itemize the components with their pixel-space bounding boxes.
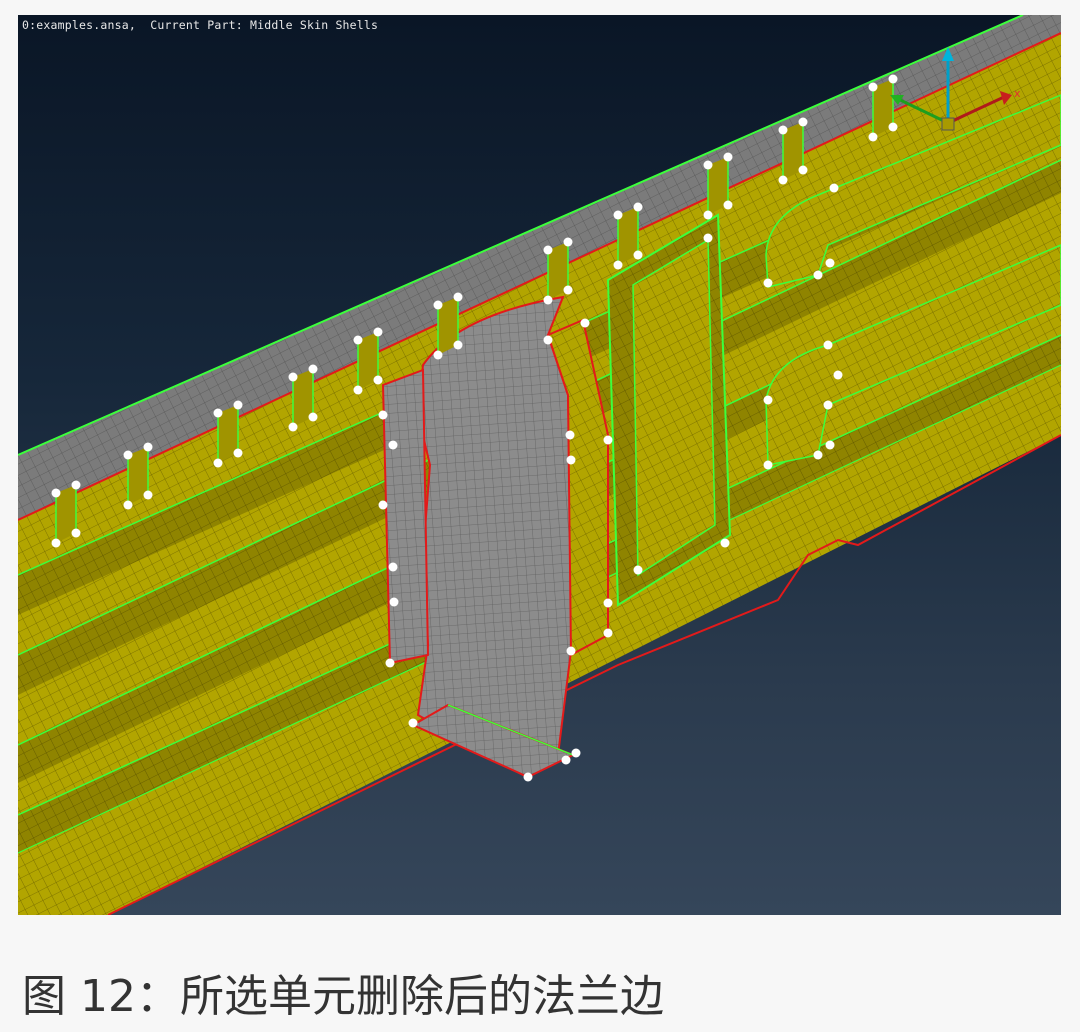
node-marker[interactable] bbox=[823, 400, 833, 410]
node-marker[interactable] bbox=[561, 755, 571, 765]
node-marker[interactable] bbox=[829, 183, 839, 193]
status-line: 0:examples.ansa, Current Part: Middle Sk… bbox=[22, 18, 379, 32]
node-marker[interactable] bbox=[703, 160, 713, 170]
node-marker[interactable] bbox=[353, 335, 363, 345]
node-marker[interactable] bbox=[565, 430, 575, 440]
node-marker[interactable] bbox=[378, 500, 388, 510]
node-marker[interactable] bbox=[798, 117, 808, 127]
node-marker[interactable] bbox=[703, 233, 713, 243]
mesh-model-view[interactable]: x bbox=[18, 15, 1061, 915]
node-marker[interactable] bbox=[389, 597, 399, 607]
node-marker[interactable] bbox=[778, 125, 788, 135]
node-marker[interactable] bbox=[543, 245, 553, 255]
node-marker[interactable] bbox=[868, 132, 878, 142]
node-marker[interactable] bbox=[603, 435, 613, 445]
node-marker[interactable] bbox=[603, 628, 613, 638]
node-marker[interactable] bbox=[308, 364, 318, 374]
node-marker[interactable] bbox=[571, 748, 581, 758]
node-marker[interactable] bbox=[825, 258, 835, 268]
node-marker[interactable] bbox=[308, 412, 318, 422]
node-marker[interactable] bbox=[633, 565, 643, 575]
node-marker[interactable] bbox=[703, 210, 713, 220]
node-marker[interactable] bbox=[723, 152, 733, 162]
node-marker[interactable] bbox=[408, 718, 418, 728]
node-marker[interactable] bbox=[778, 175, 788, 185]
node-marker[interactable] bbox=[720, 538, 730, 548]
node-marker[interactable] bbox=[563, 237, 573, 247]
node-marker[interactable] bbox=[288, 422, 298, 432]
node-marker[interactable] bbox=[613, 210, 623, 220]
3d-viewport[interactable]: x 0:examples.ansa, Current Part: Middle … bbox=[18, 15, 1061, 915]
node-marker[interactable] bbox=[543, 335, 553, 345]
node-marker[interactable] bbox=[373, 375, 383, 385]
node-marker[interactable] bbox=[373, 327, 383, 337]
node-marker[interactable] bbox=[888, 74, 898, 84]
node-marker[interactable] bbox=[813, 450, 823, 460]
node-marker[interactable] bbox=[453, 340, 463, 350]
node-marker[interactable] bbox=[143, 490, 153, 500]
node-marker[interactable] bbox=[763, 278, 773, 288]
node-marker[interactable] bbox=[888, 122, 898, 132]
node-marker[interactable] bbox=[543, 295, 553, 305]
node-marker[interactable] bbox=[566, 455, 576, 465]
node-marker[interactable] bbox=[71, 528, 81, 538]
node-marker[interactable] bbox=[213, 458, 223, 468]
node-marker[interactable] bbox=[798, 165, 808, 175]
node-marker[interactable] bbox=[580, 318, 590, 328]
node-marker[interactable] bbox=[143, 442, 153, 452]
node-marker[interactable] bbox=[613, 260, 623, 270]
node-marker[interactable] bbox=[633, 202, 643, 212]
node-marker[interactable] bbox=[566, 646, 576, 656]
node-marker[interactable] bbox=[813, 270, 823, 280]
node-marker[interactable] bbox=[868, 82, 878, 92]
node-marker[interactable] bbox=[563, 285, 573, 295]
axis-x-label: x bbox=[1014, 87, 1021, 100]
node-marker[interactable] bbox=[825, 440, 835, 450]
left-flange-tab[interactable] bbox=[381, 368, 430, 665]
node-marker[interactable] bbox=[388, 440, 398, 450]
node-marker[interactable] bbox=[385, 658, 395, 668]
node-marker[interactable] bbox=[433, 350, 443, 360]
figure-caption: 图 12：所选单元删除后的法兰边 bbox=[22, 971, 664, 1022]
node-marker[interactable] bbox=[763, 460, 773, 470]
node-marker[interactable] bbox=[288, 372, 298, 382]
node-marker[interactable] bbox=[233, 400, 243, 410]
node-marker[interactable] bbox=[823, 340, 833, 350]
node-marker[interactable] bbox=[378, 410, 388, 420]
node-marker[interactable] bbox=[51, 538, 61, 548]
node-marker[interactable] bbox=[123, 450, 133, 460]
node-marker[interactable] bbox=[763, 395, 773, 405]
node-marker[interactable] bbox=[723, 200, 733, 210]
node-marker[interactable] bbox=[51, 488, 61, 498]
deleted-region-shell[interactable] bbox=[416, 295, 575, 777]
node-marker[interactable] bbox=[353, 385, 363, 395]
node-marker[interactable] bbox=[433, 300, 443, 310]
node-marker[interactable] bbox=[388, 562, 398, 572]
node-marker[interactable] bbox=[453, 292, 463, 302]
node-marker[interactable] bbox=[603, 598, 613, 608]
node-marker[interactable] bbox=[633, 250, 643, 260]
node-marker[interactable] bbox=[213, 408, 223, 418]
node-marker[interactable] bbox=[233, 448, 243, 458]
node-marker[interactable] bbox=[71, 480, 81, 490]
pocket-inner bbox=[632, 238, 716, 577]
node-marker[interactable] bbox=[123, 500, 133, 510]
node-marker[interactable] bbox=[833, 370, 843, 380]
node-marker[interactable] bbox=[523, 772, 533, 782]
